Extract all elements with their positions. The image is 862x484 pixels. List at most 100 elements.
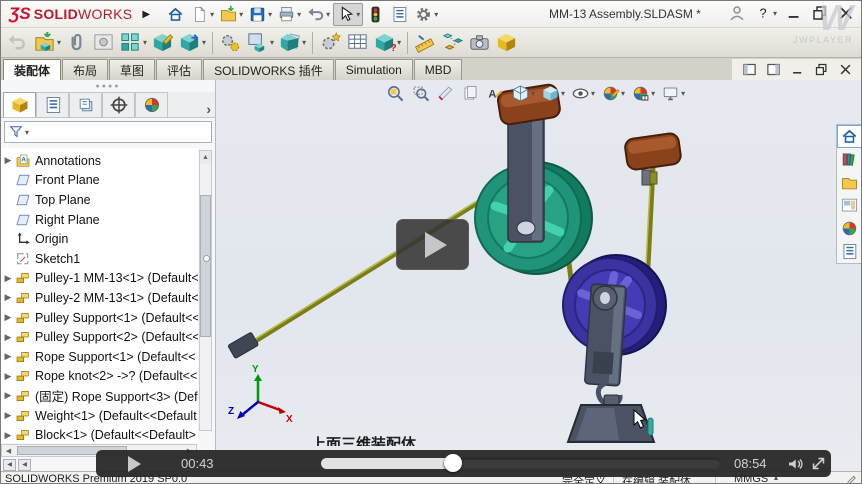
- open-button[interactable]: ▾: [217, 4, 245, 25]
- quick-tips-icon[interactable]: [846, 472, 859, 484]
- tab-mbd[interactable]: MBD: [414, 59, 463, 80]
- select-button[interactable]: ▾: [333, 3, 363, 26]
- hide-show-items-button[interactable]: ▾: [569, 83, 597, 104]
- expander-icon[interactable]: ▶: [1, 430, 15, 441]
- caret-down-icon[interactable]: ▾: [531, 89, 535, 98]
- caret-down-icon[interactable]: ▾: [773, 9, 777, 18]
- tab-simulation[interactable]: Simulation: [335, 59, 413, 80]
- tree-vertical-scrollbar[interactable]: ▲: [199, 150, 212, 431]
- tree-item[interactable]: ▶Rope Support<1> (Default<<: [1, 347, 198, 367]
- tab-addins[interactable]: SOLIDWORKS 插件: [203, 59, 334, 80]
- displaymanager-tab[interactable]: [135, 92, 168, 117]
- mate-button[interactable]: [63, 30, 90, 55]
- caret-down-icon[interactable]: ▾: [591, 89, 595, 98]
- volume-icon[interactable]: [786, 455, 804, 473]
- propertymanager-tab[interactable]: [36, 92, 69, 117]
- display-style-button[interactable]: ▾: [539, 83, 567, 104]
- print-button[interactable]: ▾: [275, 4, 303, 25]
- window-minimize-button[interactable]: [783, 3, 805, 23]
- appearances-scenes-button[interactable]: [837, 217, 862, 240]
- doc-close-button[interactable]: [836, 61, 855, 78]
- tree-item[interactable]: Top Plane: [1, 190, 198, 210]
- caret-down-icon[interactable]: ▾: [297, 10, 301, 19]
- help-button[interactable]: ?▾: [752, 3, 779, 23]
- edit-component-button[interactable]: [149, 30, 176, 55]
- tab-layout[interactable]: 布局: [62, 59, 108, 80]
- tab-sketch[interactable]: 草图: [109, 59, 155, 80]
- split-left-icon[interactable]: ◀: [3, 459, 16, 471]
- tree-item[interactable]: ▶AAnnotations: [1, 151, 198, 171]
- undo-button[interactable]: ▾: [304, 4, 332, 25]
- expander-icon[interactable]: ▶: [1, 155, 15, 166]
- expander-icon[interactable]: ▶: [1, 332, 15, 343]
- hide-show-annotations-button[interactable]: A: [484, 83, 507, 104]
- tab-evaluate[interactable]: 评估: [156, 59, 202, 80]
- doc-next-window-button[interactable]: [764, 61, 783, 78]
- design-library-button[interactable]: [837, 148, 862, 171]
- doc-minimize-button[interactable]: [788, 61, 807, 78]
- section-view-button[interactable]: [434, 83, 457, 104]
- view-palette-button[interactable]: [837, 194, 862, 217]
- caret-down-icon[interactable]: ▾: [434, 10, 438, 19]
- tree-item[interactable]: Front Plane: [1, 171, 198, 191]
- previous-view-button[interactable]: [459, 83, 482, 104]
- assembly-features-button[interactable]: [317, 30, 344, 55]
- rebuild-traffic-light-button[interactable]: [364, 4, 387, 25]
- caret-down-icon[interactable]: ▾: [268, 10, 272, 19]
- linear-component-pattern-button[interactable]: ▾: [117, 30, 149, 55]
- custom-properties-button[interactable]: [837, 240, 862, 263]
- caret-down-icon[interactable]: ▾: [25, 128, 29, 137]
- panel-expand-chevron[interactable]: ›: [206, 101, 211, 117]
- expander-icon[interactable]: ▶: [1, 273, 15, 284]
- featuremanager-tab[interactable]: [3, 92, 36, 117]
- tree-item[interactable]: Right Plane: [1, 210, 198, 230]
- player-scrubber-knob[interactable]: [444, 454, 462, 472]
- expander-icon[interactable]: ▶: [1, 410, 15, 421]
- tab-assembly[interactable]: 装配体: [3, 59, 61, 80]
- expander-icon[interactable]: ▶: [1, 390, 15, 401]
- options-button[interactable]: ▾: [412, 4, 440, 25]
- fullscreen-icon[interactable]: [810, 455, 827, 472]
- player-play-icon[interactable]: [128, 456, 141, 472]
- snapshot-button[interactable]: [466, 30, 493, 55]
- panel-splitter-handle[interactable]: [203, 255, 210, 262]
- expander-icon[interactable]: ▶: [1, 351, 15, 362]
- expander-icon[interactable]: ▶: [1, 371, 15, 382]
- player-progress-track[interactable]: [321, 458, 721, 469]
- doc-restore-button[interactable]: [812, 61, 831, 78]
- save-button[interactable]: ▾: [246, 4, 274, 25]
- new-document-button[interactable]: ▾: [188, 4, 216, 25]
- caret-down-icon[interactable]: ▾: [651, 89, 655, 98]
- tree-item[interactable]: ▶Pulley-1 MM-13<1> (Default<: [1, 269, 198, 289]
- edit-appearance-button[interactable]: ▾: [599, 83, 627, 104]
- video-play-overlay-button[interactable]: [396, 219, 469, 270]
- component-preview-window-button[interactable]: [90, 30, 117, 55]
- window-restore-button[interactable]: [809, 3, 831, 23]
- tree-item[interactable]: ▶Block<1> (Default<<Default>: [1, 425, 198, 443]
- expander-icon[interactable]: ▶: [1, 292, 15, 303]
- expander-icon[interactable]: ▶: [1, 312, 15, 323]
- dimxpertmanager-tab[interactable]: [102, 92, 135, 117]
- tree-item[interactable]: ▶Pulley Support<2> (Default<<: [1, 327, 198, 347]
- home-button[interactable]: [164, 4, 187, 25]
- tree-item[interactable]: ▶Rope knot<2> ->? (Default<<: [1, 367, 198, 387]
- interference-detection-button[interactable]: ?▾: [371, 30, 403, 55]
- exploded-view-button[interactable]: [439, 30, 466, 55]
- panel-grip[interactable]: ●●●●: [1, 80, 215, 92]
- move-component-button[interactable]: ▾: [176, 30, 208, 55]
- tree-item[interactable]: Sketch1: [1, 249, 198, 269]
- flyout-previous-button[interactable]: [4, 30, 31, 55]
- show-hidden-components-button[interactable]: ▾: [244, 30, 276, 55]
- caret-down-icon[interactable]: ▾: [202, 38, 206, 47]
- insert-components-button[interactable]: ▾: [31, 30, 63, 55]
- file-explorer-button[interactable]: [837, 171, 862, 194]
- isolate-button[interactable]: [493, 30, 520, 55]
- hide-show-components-button[interactable]: ▾: [276, 30, 308, 55]
- measure-button[interactable]: [412, 30, 439, 55]
- login-user-button[interactable]: [726, 3, 748, 23]
- file-properties-button[interactable]: [388, 4, 411, 25]
- apply-scene-button[interactable]: ▾: [629, 83, 657, 104]
- caret-down-icon[interactable]: ▾: [57, 38, 61, 47]
- scrollbar-thumb[interactable]: [200, 195, 211, 337]
- filter-funnel-icon[interactable]: [8, 124, 24, 140]
